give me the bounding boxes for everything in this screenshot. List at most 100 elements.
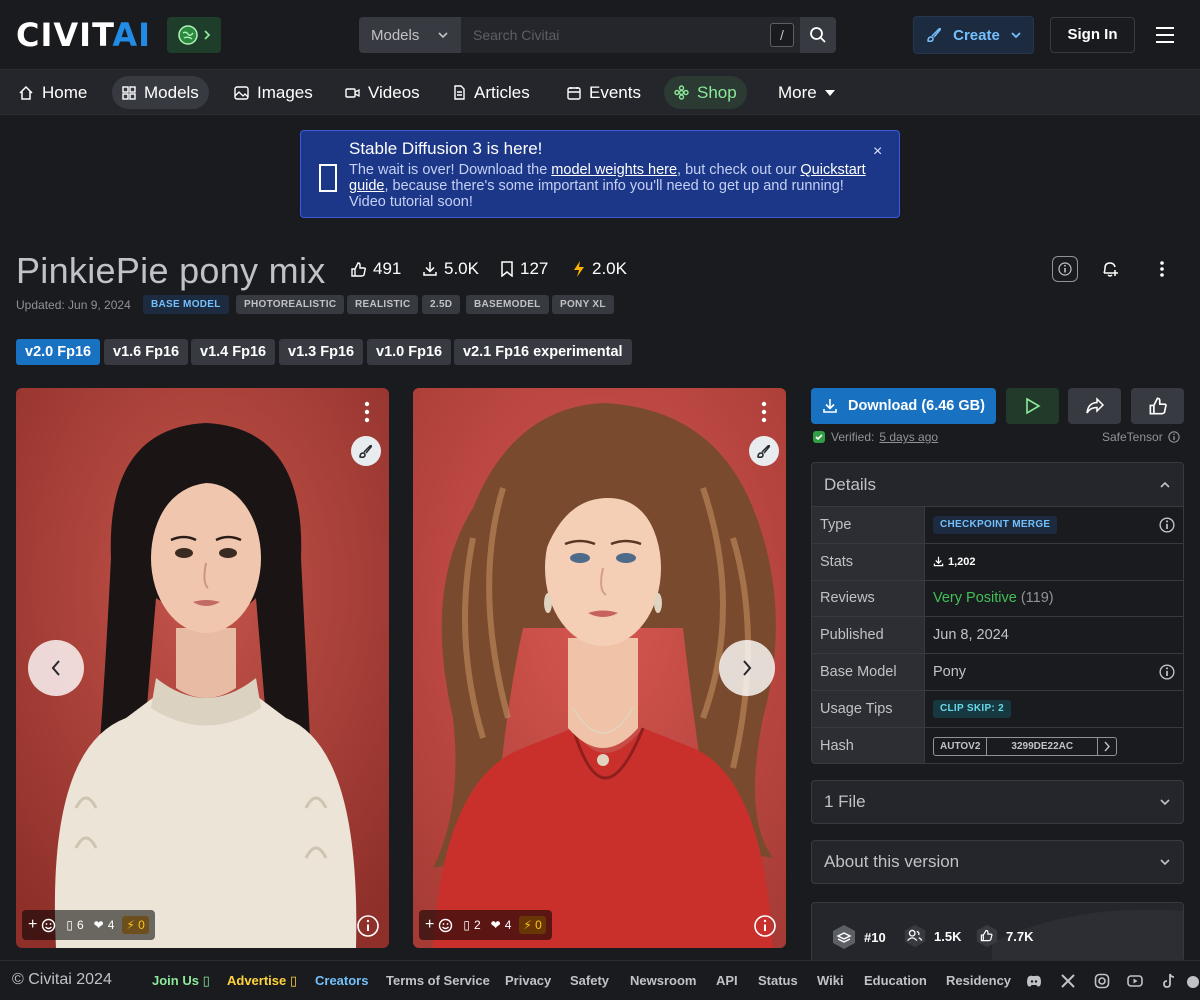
footer-link-wiki[interactable]: Wiki xyxy=(817,973,844,988)
footer-link-advertise[interactable]: Advertise ▯ xyxy=(227,973,297,989)
photo-icon xyxy=(234,85,249,100)
chevron-right-icon[interactable] xyxy=(1098,738,1116,755)
detail-row-stats: Stats 1,202 xyxy=(812,543,1183,581)
carousel-next-button[interactable] xyxy=(719,640,775,696)
hash-copy[interactable]: AUTOV2 3299DE22AC xyxy=(933,736,1118,756)
download-button[interactable]: Download (6.46 GB) xyxy=(811,388,996,424)
nav-item-videos[interactable]: Videos xyxy=(335,76,430,109)
footer-link-privacy[interactable]: Privacy xyxy=(505,973,551,988)
version-tab-v1-3[interactable]: v1.3 Fp16 xyxy=(279,339,364,365)
smile-icon[interactable] xyxy=(438,918,453,933)
notify-button[interactable] xyxy=(1097,256,1123,282)
tag-pony-xl[interactable]: PONY XL xyxy=(552,295,614,314)
footer-link-newsroom[interactable]: Newsroom xyxy=(630,973,696,988)
info-icon[interactable] xyxy=(1159,664,1175,680)
nav-item-more[interactable]: More xyxy=(768,76,845,109)
nav-label-events: Events xyxy=(589,82,641,102)
close-banner-button[interactable]: × xyxy=(873,143,882,161)
info-icon[interactable] xyxy=(1168,431,1180,443)
shield-check-icon xyxy=(813,431,825,443)
create-button[interactable]: Create xyxy=(913,16,1034,54)
like-button[interactable] xyxy=(1131,388,1184,424)
nav-item-models[interactable]: Models xyxy=(112,76,209,109)
remix-button[interactable] xyxy=(351,436,381,466)
sign-in-button[interactable]: Sign In xyxy=(1050,17,1135,53)
footer-link-join-us[interactable]: Join Us ▯ xyxy=(152,973,210,989)
copyright: © Civitai 2024 xyxy=(12,971,112,988)
model-info-button[interactable] xyxy=(1052,256,1078,282)
image-info-icon[interactable] xyxy=(356,914,380,938)
details-header[interactable]: Details xyxy=(812,463,1183,507)
domain-switch-button[interactable] xyxy=(167,17,221,53)
x-twitter-icon[interactable] xyxy=(1060,973,1076,989)
footer-link-education[interactable]: Education xyxy=(864,973,927,988)
youtube-icon[interactable] xyxy=(1127,973,1143,989)
image-menu-icon[interactable] xyxy=(359,400,375,424)
files-accordion[interactable]: 1 File xyxy=(811,780,1184,824)
play-icon xyxy=(1025,397,1041,415)
search-type-select[interactable]: Models xyxy=(359,17,461,53)
search-input[interactable] xyxy=(461,17,800,53)
review-sentiment[interactable]: Very Positive xyxy=(933,590,1017,606)
model-weights-link[interactable]: model weights here xyxy=(551,162,677,178)
share-button[interactable] xyxy=(1068,388,1121,424)
version-tab-v1-0[interactable]: v1.0 Fp16 xyxy=(367,339,452,365)
nav-item-home[interactable]: Home xyxy=(8,76,97,109)
about-version-accordion[interactable]: About this version xyxy=(811,840,1184,884)
more-options-button[interactable] xyxy=(1149,256,1175,282)
version-tab-v1-6[interactable]: v1.6 Fp16 xyxy=(104,339,189,365)
tag-photorealistic[interactable]: PHOTOREALISTIC xyxy=(236,295,345,314)
verified-status: Verified: 5 days ago xyxy=(812,430,938,444)
rank-likes: 7.7K xyxy=(974,923,1033,949)
comment-icon: ▯ xyxy=(463,918,470,932)
add-reaction-icon[interactable]: + xyxy=(425,916,434,934)
nav-item-images[interactable]: Images xyxy=(224,76,323,109)
tag-2-5d[interactable]: 2.5D xyxy=(422,295,461,314)
image-reactions: + ▯ 2 ❤ 4 ⚡ 0 xyxy=(419,910,552,940)
footer-link-terms[interactable]: Terms of Service xyxy=(386,973,490,988)
version-tab-v2-0[interactable]: v2.0 Fp16 xyxy=(16,339,101,365)
reddit-icon[interactable] xyxy=(1185,973,1200,989)
run-model-button[interactable] xyxy=(1006,388,1059,424)
bell-plus-icon xyxy=(1103,262,1118,277)
tag-basemodel[interactable]: BASEMODEL xyxy=(466,295,549,314)
announcement-icon xyxy=(319,164,337,192)
hamburger-menu-icon[interactable] xyxy=(1154,25,1176,45)
comment-count: 2 xyxy=(473,918,481,932)
nav-item-shop[interactable]: Shop xyxy=(664,76,747,109)
image-info-icon[interactable] xyxy=(753,914,777,938)
hash-value[interactable]: 3299DE22AC xyxy=(987,737,1099,755)
tag-realistic[interactable]: REALISTIC xyxy=(347,295,419,314)
footer-link-status[interactable]: Status xyxy=(758,973,798,988)
remix-button[interactable] xyxy=(749,436,779,466)
buzz-stat: 2.0K xyxy=(572,259,627,279)
carousel-prev-button[interactable] xyxy=(28,640,84,696)
hash-type-select[interactable]: AUTOV2 xyxy=(934,737,988,755)
image-menu-icon[interactable] xyxy=(756,400,772,424)
users-badge-icon xyxy=(904,924,926,948)
version-tab-v2-1[interactable]: v2.1 Fp16 experimental xyxy=(454,339,632,365)
nav-item-events[interactable]: Events xyxy=(557,76,651,109)
type-badge: CHECKPOINT MERGE xyxy=(933,515,1058,534)
chevron-down-icon xyxy=(1160,799,1170,806)
add-reaction-icon[interactable]: + xyxy=(28,916,37,934)
civitai-logo[interactable]: CIVITAI xyxy=(16,19,151,51)
nav-item-articles[interactable]: Articles xyxy=(443,76,540,109)
smile-icon[interactable] xyxy=(41,918,56,933)
verified-date-link[interactable]: 5 days ago xyxy=(879,430,938,444)
footer-link-creators[interactable]: Creators xyxy=(315,973,368,988)
instagram-icon[interactable] xyxy=(1094,973,1110,989)
buzz-tip[interactable]: ⚡ 0 xyxy=(519,916,546,934)
buzz-tip[interactable]: ⚡ 0 xyxy=(122,916,149,934)
version-tab-v1-4[interactable]: v1.4 Fp16 xyxy=(191,339,276,365)
footer-link-api[interactable]: API xyxy=(716,973,738,988)
detail-row-type: Type CHECKPOINT MERGE xyxy=(812,507,1183,544)
search-button[interactable] xyxy=(800,17,836,53)
tiktok-icon[interactable] xyxy=(1161,973,1177,989)
footer-link-residency[interactable]: Residency xyxy=(946,973,1011,988)
chevron-down-icon xyxy=(438,32,448,39)
discord-icon[interactable] xyxy=(1026,973,1042,989)
chevron-left-icon xyxy=(51,660,60,676)
footer-link-safety[interactable]: Safety xyxy=(570,973,609,988)
info-icon[interactable] xyxy=(1159,517,1175,533)
